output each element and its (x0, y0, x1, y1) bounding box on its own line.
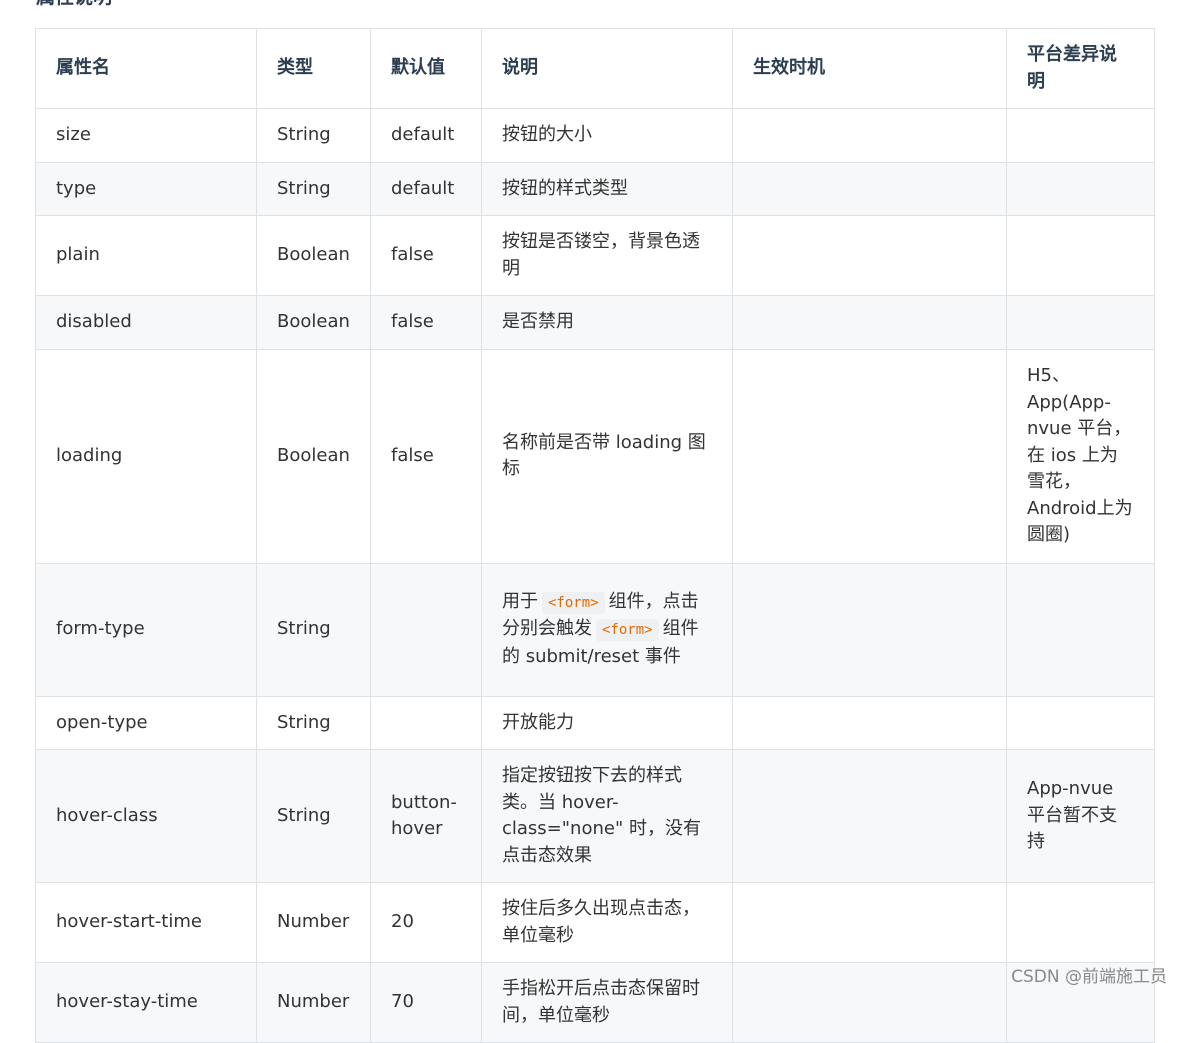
desc-text: 用于 (502, 590, 538, 612)
cell-name: size (35, 108, 257, 163)
cell-desc: 按钮的大小 (481, 108, 733, 163)
cell-timing (732, 695, 1007, 750)
cell-platform: H5、App(App-nvue 平台，在 ios 上为雪花，Android上为圆… (1006, 348, 1155, 564)
cell-name: open-type (35, 695, 257, 750)
cell-platform (1006, 562, 1155, 697)
header-timing: 生效时机 (732, 28, 1007, 109)
table-row: type String default 按钮的样式类型 (35, 161, 1155, 216)
cell-default: default (370, 161, 482, 216)
cell-default: button-hover (370, 749, 482, 883)
cell-platform: App-nvue 平台暂不支持 (1006, 749, 1155, 883)
header-name: 属性名 (35, 28, 257, 109)
cell-timing (732, 108, 1007, 163)
cell-platform (1006, 882, 1155, 963)
form-code-tag: <form> (542, 591, 605, 614)
cell-default: 20 (370, 882, 482, 963)
cell-timing (732, 562, 1007, 697)
cell-name: form-type (35, 562, 257, 697)
cell-type: String (256, 108, 371, 163)
cell-timing (732, 882, 1007, 963)
table-header-row: 属性名 类型 默认值 说明 生效时机 平台差异说明 (35, 28, 1155, 109)
cell-timing (732, 749, 1007, 883)
table-row: form-type String 用于 <form> 组件，点击分别会触发 <form… (35, 562, 1155, 697)
cell-desc: 开放能力 (481, 695, 733, 750)
cell-platform (1006, 695, 1155, 750)
cell-default: default (370, 108, 482, 163)
form-code-tag: <form> (596, 619, 659, 642)
cell-timing (732, 962, 1007, 1043)
cell-default: false (370, 295, 482, 350)
cell-type: Boolean (256, 215, 371, 296)
table-row: size String default 按钮的大小 (35, 108, 1155, 163)
cell-platform (1006, 295, 1155, 350)
header-type: 类型 (256, 28, 371, 109)
cell-type: Boolean (256, 295, 371, 350)
cell-timing (732, 348, 1007, 564)
cell-timing (732, 161, 1007, 216)
cell-name: hover-start-time (35, 882, 257, 963)
cell-platform (1006, 108, 1155, 163)
header-platform: 平台差异说明 (1006, 28, 1155, 109)
cell-platform (1006, 215, 1155, 296)
cell-type: String (256, 695, 371, 750)
cell-desc: 用于 <form> 组件，点击分别会触发 <form> 组件的 submit/reset… (481, 562, 733, 697)
cell-desc: 按住后多久出现点击态，单位毫秒 (481, 882, 733, 963)
cell-type: String (256, 749, 371, 883)
cell-name: hover-class (35, 749, 257, 883)
cell-name: hover-stay-time (35, 962, 257, 1043)
header-default: 默认值 (370, 28, 482, 109)
cell-default (370, 695, 482, 750)
cell-default: false (370, 215, 482, 296)
cell-type: Boolean (256, 348, 371, 564)
cell-type: Number (256, 882, 371, 963)
cell-timing (732, 215, 1007, 296)
table-row: hover-class String button-hover 指定按钮按下去的… (35, 749, 1155, 883)
cell-type: Number (256, 962, 371, 1043)
csdn-watermark: CSDN @前端施工员 (1011, 967, 1167, 987)
cell-desc: 指定按钮按下去的样式类。当 hover-class="none" 时，没有点击态… (481, 749, 733, 883)
attribute-table: 属性名 类型 默认值 说明 生效时机 平台差异说明 size String de… (35, 28, 1155, 1043)
table-row: open-type String 开放能力 (35, 695, 1155, 750)
cell-type: String (256, 562, 371, 697)
cell-desc: 按钮是否镂空，背景色透明 (481, 215, 733, 296)
cell-desc: 按钮的样式类型 (481, 161, 733, 216)
cell-timing (732, 295, 1007, 350)
cell-type: String (256, 161, 371, 216)
section-title: 属性说明 (36, 0, 112, 8)
cell-platform (1006, 161, 1155, 216)
table-row: loading Boolean false 名称前是否带 loading 图标 … (35, 348, 1155, 564)
cell-default (370, 562, 482, 697)
cell-name: type (35, 161, 257, 216)
table-row: disabled Boolean false 是否禁用 (35, 295, 1155, 350)
cell-name: disabled (35, 295, 257, 350)
table-row: plain Boolean false 按钮是否镂空，背景色透明 (35, 215, 1155, 296)
cell-desc: 名称前是否带 loading 图标 (481, 348, 733, 564)
cell-desc: 手指松开后点击态保留时间，单位毫秒 (481, 962, 733, 1043)
table-row: hover-start-time Number 20 按住后多久出现点击态，单位… (35, 882, 1155, 963)
cell-name: plain (35, 215, 257, 296)
table-row: hover-stay-time Number 70 手指松开后点击态保留时间，单… (35, 962, 1155, 1043)
header-desc: 说明 (481, 28, 733, 109)
cell-default: 70 (370, 962, 482, 1043)
cell-desc: 是否禁用 (481, 295, 733, 350)
cell-name: loading (35, 348, 257, 564)
cell-default: false (370, 348, 482, 564)
